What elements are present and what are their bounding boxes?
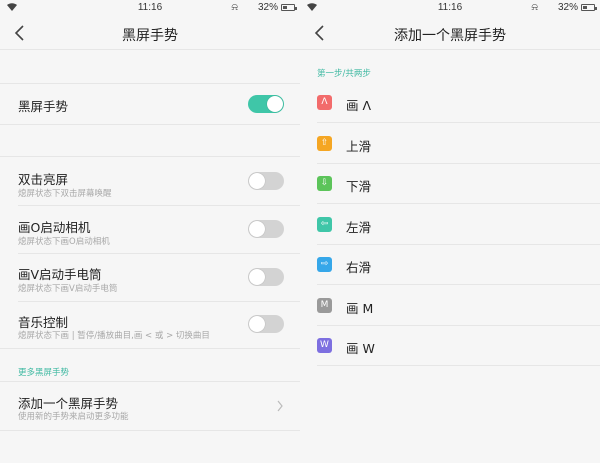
draw-w-icon: W (317, 338, 332, 353)
gesture-option-row[interactable]: ⇨ 右滑 (300, 245, 600, 285)
swipe-left-icon: ⇦ (317, 216, 332, 232)
gesture-option-row[interactable]: M画 M (300, 286, 600, 326)
screens-container: 11:16 ⍾ 32% 黑屏手势 黑屏手势 双击亮屏 熄屏状态下双击屏幕唤醒 画… (0, 0, 600, 463)
music-control-switch[interactable] (248, 315, 284, 333)
gesture-option-row[interactable]: Λ画 Λ (300, 83, 600, 123)
double-tap-wake-switch[interactable] (248, 172, 284, 190)
draw-v-flashlight-desc: 熄屏状态下画V启动手电筒 (18, 284, 118, 294)
divider (0, 348, 300, 349)
more-gestures-section-header: 更多黑屏手势 (18, 368, 70, 378)
step-indicator: 第一步/共两步 (317, 69, 371, 79)
add-gesture-row[interactable]: 添加一个黑屏手势 使用新的手势来启动更多功能 (0, 382, 300, 430)
draw-o-camera-label: 画O启动相机 (18, 220, 91, 235)
gesture-option-row[interactable]: ⇧ 上滑 (300, 124, 600, 164)
gesture-option-label: 左滑 (346, 219, 372, 235)
battery-icon (281, 4, 297, 11)
draw-v-flashlight-switch[interactable] (248, 268, 284, 286)
master-toggle-label: 黑屏手势 (18, 99, 69, 114)
status-bar: 11:16 ⍾ 32% (300, 0, 600, 16)
draw-lambda-icon: Λ (317, 95, 332, 110)
add-gesture-desc: 使用新的手势来启动更多功能 (18, 412, 129, 422)
divider (0, 124, 300, 125)
battery-icon (581, 4, 597, 11)
alarm-icon: ⍾ (531, 2, 538, 13)
battery-percent: 32% (557, 2, 578, 13)
music-control-row[interactable]: 音乐控制 熄屏状态下画 | 暂停/播放曲目,画 < 或 > 切换曲目 (0, 302, 300, 348)
divider (317, 365, 600, 366)
music-control-desc: 熄屏状态下画 | 暂停/播放曲目,画 < 或 > 切换曲目 (18, 331, 210, 341)
swipe-right-icon: ⇨ (317, 257, 332, 272)
status-time: 11:16 (437, 2, 463, 13)
gesture-option-label: 上滑 (346, 138, 372, 154)
title-bar: 添加一个黑屏手势 (300, 16, 600, 50)
draw-o-camera-row[interactable]: 画O启动相机 熄屏状态下画O启动相机 (0, 206, 300, 253)
draw-m-icon: M (317, 297, 332, 313)
double-tap-wake-label: 双击亮屏 (18, 172, 69, 187)
draw-v-flashlight-row[interactable]: 画V启动手电筒 熄屏状态下画V启动手电筒 (0, 254, 300, 301)
screen-add-gesture: 11:16 ⍾ 32% 添加一个黑屏手势 第一步/共两步 Λ 画 Λ ⇧ 上滑 ⇩ 下滑 ⇦… (300, 0, 600, 463)
page-title: 黑屏手势 (122, 28, 178, 44)
master-toggle-row[interactable]: 黑屏手势 (0, 84, 300, 124)
double-tap-wake-row[interactable]: 双击亮屏 熄屏状态下双击屏幕唤醒 (0, 157, 300, 205)
divider (0, 430, 300, 431)
status-bar: 11:16 ⍾ 32% (0, 0, 300, 16)
gesture-option-row[interactable]: ⇩ 下滑 (300, 164, 600, 204)
page-title: 添加一个黑屏手势 (394, 28, 506, 44)
swipe-down-icon: ⇩ (317, 176, 332, 191)
chevron-right-icon (277, 400, 283, 412)
draw-o-camera-switch[interactable] (248, 220, 284, 238)
master-toggle-switch[interactable] (248, 95, 284, 113)
alarm-icon: ⍾ (231, 2, 238, 13)
gesture-option-label: 画 W (346, 341, 375, 356)
battery-percent: 32% (257, 2, 278, 13)
gesture-option-row[interactable]: W画 W (300, 326, 600, 366)
gesture-option-label: 下滑 (346, 179, 372, 194)
gesture-option-label: 右滑 (346, 260, 372, 275)
swipe-up-icon: ⇧ (317, 135, 332, 151)
gesture-option-row[interactable]: ⇦ 左滑 (300, 205, 600, 245)
draw-o-camera-desc: 熄屏状态下画O启动相机 (18, 237, 110, 247)
double-tap-wake-desc: 熄屏状态下双击屏幕唤醒 (18, 189, 112, 199)
screen-gesture-settings: 11:16 ⍾ 32% 黑屏手势 黑屏手势 双击亮屏 熄屏状态下双击屏幕唤醒 画… (0, 0, 300, 463)
draw-v-flashlight-label: 画V启动手电筒 (18, 267, 102, 282)
gesture-option-label: 画 M (346, 300, 374, 316)
title-bar: 黑屏手势 (0, 16, 300, 50)
status-time: 11:16 (137, 2, 163, 13)
gesture-option-label: 画 Λ (346, 98, 372, 113)
